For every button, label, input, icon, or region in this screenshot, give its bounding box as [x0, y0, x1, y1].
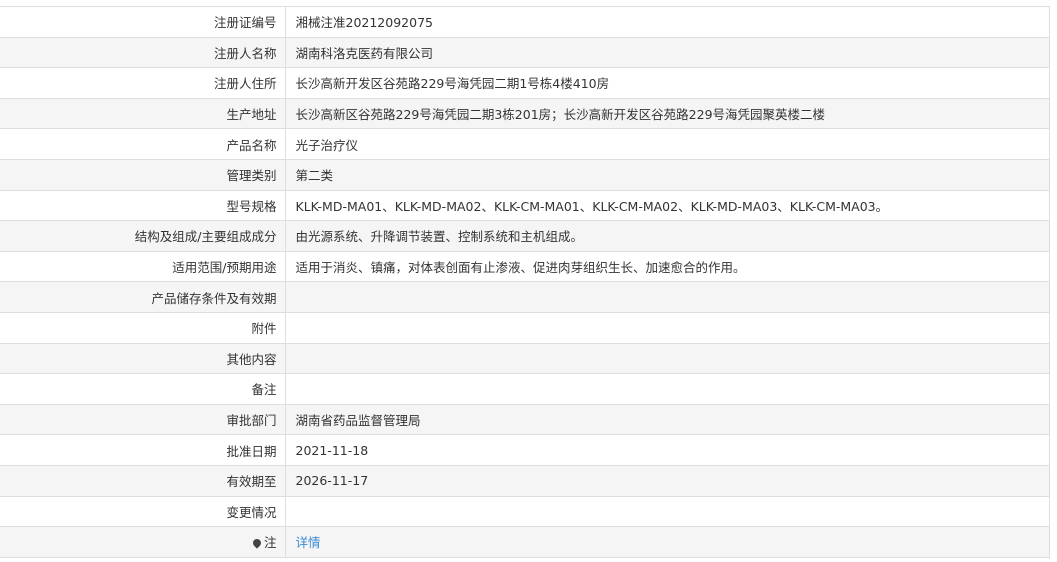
- row-label-approval-department: 审批部门: [0, 403, 286, 436]
- table-row: 注册证编号 湘械注准20212092075: [0, 6, 1050, 38]
- row-label-approval-date: 批准日期: [0, 434, 286, 466]
- table-row: 批准日期 2021-11-18: [0, 434, 1050, 466]
- table-row: 管理类别 第二类: [0, 158, 1050, 191]
- row-label-storage-validity: 产品储存条件及有效期: [0, 281, 286, 313]
- row-label-remarks: 备注: [0, 373, 286, 405]
- table-row: 注 详情: [0, 526, 1050, 558]
- row-value-other-content: [285, 342, 1050, 375]
- row-value-attachment: [285, 311, 1050, 344]
- table-row: 生产地址 长沙高新区谷苑路229号海凭园二期3栋201房；长沙高新开发区谷苑路2…: [0, 97, 1050, 130]
- table-row: 审批部门 湖南省药品监督管理局: [0, 403, 1050, 436]
- details-link[interactable]: 详情: [296, 535, 321, 550]
- row-value-change-status: [285, 495, 1050, 528]
- row-label-model-spec: 型号规格: [0, 189, 286, 222]
- table-row: 其他内容: [0, 342, 1050, 375]
- row-label-valid-until: 有效期至: [0, 464, 286, 497]
- row-label-attachment: 附件: [0, 311, 286, 344]
- row-value-note: 详情: [285, 526, 1050, 558]
- table-row: 有效期至 2026-11-17: [0, 464, 1050, 497]
- table-row: 变更情况: [0, 495, 1050, 528]
- table-row: 注册人住所 长沙高新开发区谷苑路229号海凭园二期1号栋4楼410房: [0, 67, 1050, 99]
- registration-detail-table: 注册证编号 湘械注准20212092075 注册人名称 湖南科洛克医药有限公司 …: [0, 6, 1050, 558]
- table-row: 注册人名称 湖南科洛克医药有限公司: [0, 36, 1050, 69]
- row-value-intended-use: 适用于消炎、镇痛，对体表创面有止渗液、促进肉芽组织生长、加速愈合的作用。: [285, 250, 1050, 283]
- row-value-product-name: 光子治疗仪: [285, 128, 1050, 160]
- row-value-management-category: 第二类: [285, 158, 1050, 191]
- row-label-change-status: 变更情况: [0, 495, 286, 528]
- row-value-storage-validity: [285, 281, 1050, 313]
- row-value-structure-composition: 由光源系统、升降调节装置、控制系统和主机组成。: [285, 220, 1050, 252]
- row-value-approval-date: 2021-11-18: [285, 434, 1050, 466]
- row-value-registration-number: 湘械注准20212092075: [285, 6, 1050, 38]
- row-label-other-content: 其他内容: [0, 342, 286, 375]
- table-row: 型号规格 KLK-MD-MA01、KLK-MD-MA02、KLK-CM-MA01…: [0, 189, 1050, 222]
- row-label-registrant-address: 注册人住所: [0, 67, 286, 99]
- table-row: 结构及组成/主要组成成分 由光源系统、升降调节装置、控制系统和主机组成。: [0, 220, 1050, 252]
- row-value-remarks: [285, 373, 1050, 405]
- row-label-note: 注: [0, 526, 286, 558]
- row-value-production-address: 长沙高新区谷苑路229号海凭园二期3栋201房；长沙高新开发区谷苑路229号海凭…: [285, 97, 1050, 130]
- row-value-model-spec: KLK-MD-MA01、KLK-MD-MA02、KLK-CM-MA01、KLK-…: [285, 189, 1050, 222]
- row-value-valid-until: 2026-11-17: [285, 464, 1050, 497]
- table-row: 产品储存条件及有效期: [0, 281, 1050, 313]
- note-label: 注: [263, 535, 277, 551]
- table-right-border: [1049, 6, 1050, 559]
- table-row: 适用范围/预期用途 适用于消炎、镇痛，对体表创面有止渗液、促进肉芽组织生长、加速…: [0, 250, 1050, 283]
- row-label-registration-number: 注册证编号: [0, 6, 286, 38]
- row-label-structure-composition: 结构及组成/主要组成成分: [0, 220, 286, 252]
- row-value-approval-department: 湖南省药品监督管理局: [285, 403, 1050, 436]
- table-row: 附件: [0, 311, 1050, 344]
- row-value-registrant-name: 湖南科洛克医药有限公司: [285, 36, 1050, 69]
- row-label-registrant-name: 注册人名称: [0, 36, 286, 69]
- row-label-production-address: 生产地址: [0, 97, 286, 130]
- pin-icon: [251, 537, 263, 550]
- row-label-management-category: 管理类别: [0, 158, 286, 191]
- row-label-product-name: 产品名称: [0, 128, 286, 160]
- table-row: 备注: [0, 373, 1050, 405]
- row-label-intended-use: 适用范围/预期用途: [0, 250, 286, 283]
- table-row: 产品名称 光子治疗仪: [0, 128, 1050, 160]
- row-value-registrant-address: 长沙高新开发区谷苑路229号海凭园二期1号栋4楼410房: [285, 67, 1050, 99]
